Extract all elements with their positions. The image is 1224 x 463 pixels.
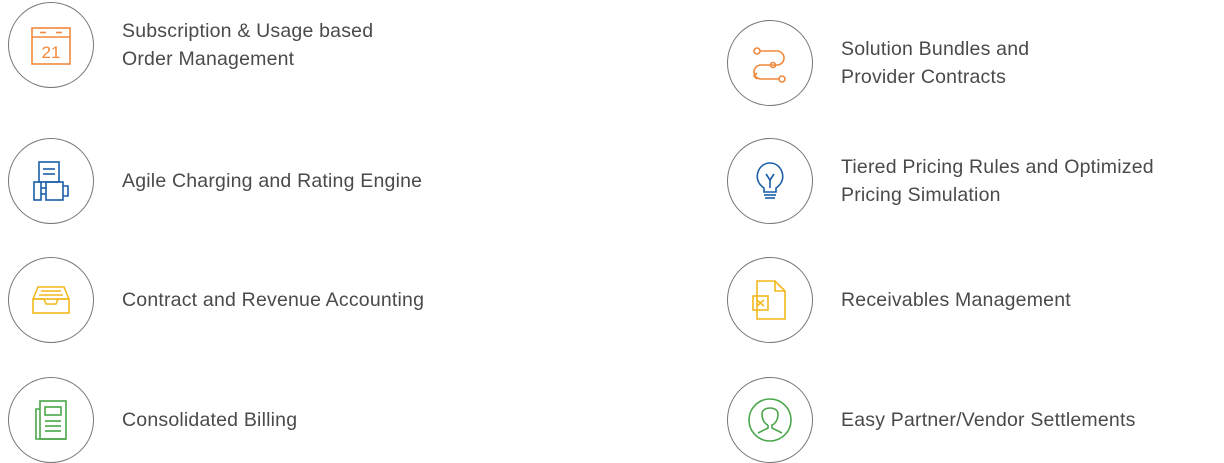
calendar-icon: 21 (31, 27, 71, 65)
feature-label: Solution Bundles and Provider Contracts (841, 35, 1029, 91)
feature-label: Easy Partner/Vendor Settlements (841, 406, 1136, 434)
charging-engine-icon (33, 161, 69, 201)
feature-label: Tiered Pricing Rules and Optimized Prici… (841, 153, 1154, 209)
feature-charging-rating-engine: Agile Charging and Rating Engine (8, 138, 422, 224)
feature-icon-circle (8, 257, 94, 343)
feature-label: Contract and Revenue Accounting (122, 286, 424, 314)
feature-partner-settlements: Easy Partner/Vendor Settlements (727, 377, 1136, 463)
feature-icon-circle (727, 138, 813, 224)
bill-document-icon (35, 400, 67, 440)
flow-path-icon (752, 47, 786, 83)
feature-receivables-management: Receivables Management (727, 257, 1071, 343)
feature-label: Consolidated Billing (122, 406, 297, 434)
feature-icon-circle (8, 138, 94, 224)
feature-label-line: Provider Contracts (841, 66, 1007, 88)
feature-label-line: Subscription & Usage based (122, 20, 374, 42)
feature-label-line: Solution Bundles and (841, 38, 1030, 60)
feature-consolidated-billing: Consolidated Billing (8, 377, 297, 463)
feature-icon-circle (727, 20, 813, 106)
feature-label: Subscription & Usage based Order Managem… (122, 17, 373, 73)
feature-label-line: Easy Partner/Vendor Settlements (841, 409, 1136, 431)
feature-tiered-pricing: Tiered Pricing Rules and Optimized Prici… (727, 138, 1154, 224)
feature-label-line: Order Management (122, 48, 295, 70)
user-avatar-icon (748, 398, 792, 442)
spreadsheet-file-icon (752, 280, 786, 320)
feature-label: Agile Charging and Rating Engine (122, 167, 422, 195)
feature-icon-circle (8, 377, 94, 463)
calendar-date-text: 21 (42, 43, 61, 62)
lightbulb-icon (756, 162, 784, 199)
feature-label-line: Receivables Management (841, 289, 1071, 311)
feature-label: Receivables Management (841, 286, 1071, 314)
feature-label-line: Contract and Revenue Accounting (122, 289, 425, 311)
feature-icon-circle (727, 377, 813, 463)
feature-contract-revenue-accounting: Contract and Revenue Accounting (8, 257, 424, 343)
feature-label-line: Agile Charging and Rating Engine (122, 170, 423, 192)
inbox-tray-icon (32, 286, 70, 314)
feature-label-line: Tiered Pricing Rules and Optimized (841, 156, 1154, 178)
feature-icon-circle (727, 257, 813, 343)
feature-label-line: Consolidated Billing (122, 409, 298, 431)
feature-subscription-order-management: 21 Subscription & Usage based Order Mana… (8, 2, 373, 88)
feature-solution-bundles: Solution Bundles and Provider Contracts (727, 20, 1029, 106)
feature-label-line: Pricing Simulation (841, 184, 1001, 206)
feature-icon-circle: 21 (8, 2, 94, 88)
